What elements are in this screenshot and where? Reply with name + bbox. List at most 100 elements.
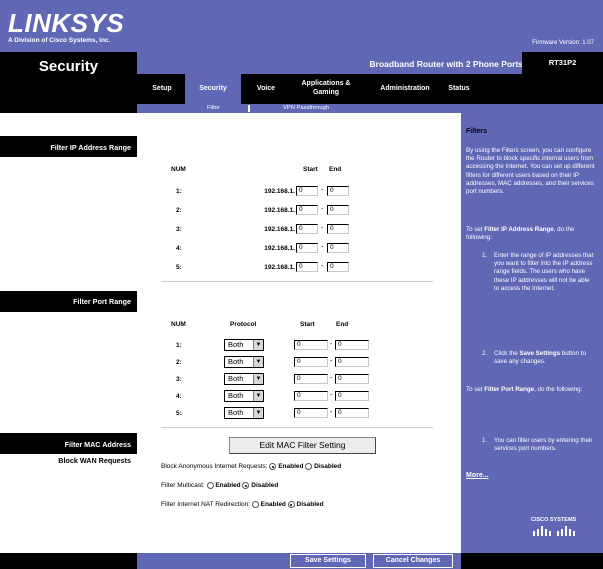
product-name: Broadband Router with 2 Phone Ports — [369, 59, 523, 69]
ip-end-field[interactable]: 0 — [327, 262, 349, 272]
protocol-select[interactable]: Both ▼ — [224, 390, 264, 402]
help-intro: By using the Filters screen, you can con… — [466, 147, 595, 196]
ip-row-num: 4: — [176, 245, 182, 252]
ip-end-field[interactable]: 0 — [327, 205, 349, 215]
disabled-label: Disabled — [251, 482, 279, 490]
bottom-bar-right — [461, 553, 603, 569]
page-title: Security — [38, 58, 99, 75]
tab-applications-gaming[interactable]: Applications & Gaming — [293, 79, 359, 97]
port-end-field[interactable]: 0 — [335, 408, 369, 418]
help-ip-intro: To set Filter IP Address Range, do the f… — [466, 226, 575, 242]
ip-start-field[interactable]: 0 — [296, 224, 318, 234]
port-col-num: NUM — [171, 321, 186, 328]
port-end-field[interactable]: 0 — [335, 357, 369, 367]
subtab-filter[interactable]: Filter — [207, 104, 220, 113]
divider — [161, 427, 433, 428]
cisco-logo: CISCO SYSTEMS — [531, 517, 579, 539]
port-col-end: End — [336, 321, 349, 328]
help-step-num: 2. — [482, 350, 488, 357]
ip-col-num: NUM — [171, 166, 186, 173]
chevron-down-icon: ▼ — [253, 391, 263, 401]
block-anonymous-row: Block Anonymous Internet Requests: Enabl… — [161, 463, 341, 470]
range-dash: - — [321, 263, 324, 270]
subtab-separator — [248, 105, 250, 112]
ip-prefix: 192.168.1. — [264, 207, 295, 214]
filter-multicast-disabled-radio[interactable] — [242, 482, 250, 489]
port-row-num: 3: — [176, 376, 182, 383]
ip-row-num: 3: — [176, 226, 182, 233]
protocol-select[interactable]: Both ▼ — [224, 339, 264, 351]
filter-multicast-enabled-radio[interactable] — [206, 482, 214, 489]
block-anonymous-disabled-radio[interactable] — [305, 463, 313, 470]
ip-row-num: 5: — [176, 264, 182, 271]
protocol-select[interactable]: Both ▼ — [224, 373, 264, 385]
filter-nat-disabled-radio[interactable] — [287, 501, 295, 508]
ip-prefix: 192.168.1. — [264, 245, 295, 252]
section-block-wan: Block WAN Requests — [58, 456, 131, 465]
tab-voice[interactable]: Voice — [248, 84, 284, 93]
help-ip-step-1: Enter the range of IP addresses that you… — [494, 252, 594, 292]
ip-end-field[interactable]: 0 — [327, 186, 349, 196]
save-settings-button[interactable]: Save Settings — [290, 554, 366, 568]
chevron-down-icon: ▼ — [253, 357, 263, 367]
port-start-field[interactable]: 0 — [294, 357, 328, 367]
tab-setup[interactable]: Setup — [143, 84, 181, 93]
protocol-value: Both — [228, 391, 244, 400]
more-link[interactable]: More... — [466, 472, 489, 479]
port-end-field[interactable]: 0 — [335, 374, 369, 384]
port-row-num: 2: — [176, 359, 182, 366]
filter-multicast-label: Filter Multicast: — [161, 482, 205, 490]
help-step-num: 1. — [482, 437, 488, 444]
section-filter-mac: Filter MAC Address — [64, 440, 131, 449]
ip-col-start: Start — [303, 166, 318, 173]
ip-prefix: 192.168.1. — [264, 188, 295, 195]
port-row-num: 5: — [176, 410, 182, 417]
ip-end-field[interactable]: 0 — [327, 243, 349, 253]
chevron-down-icon: ▼ — [253, 340, 263, 350]
port-end-field[interactable]: 0 — [335, 340, 369, 350]
help-port-step-1: You can filter users by entering their s… — [494, 437, 593, 453]
protocol-select[interactable]: Both ▼ — [224, 356, 264, 368]
subtab-vpn-passthrough[interactable]: VPN Passthrough — [283, 104, 329, 113]
block-anonymous-enabled-radio[interactable] — [269, 463, 277, 470]
ip-prefix: 192.168.1. — [264, 264, 295, 271]
ip-start-field[interactable]: 0 — [296, 243, 318, 253]
chevron-down-icon: ▼ — [253, 408, 263, 418]
ip-start-field[interactable]: 0 — [296, 262, 318, 272]
ip-start-field[interactable]: 0 — [296, 186, 318, 196]
filter-nat-row: Filter Internet NAT Redirection: Enabled… — [161, 501, 324, 508]
edit-mac-filter-button[interactable]: Edit MAC Filter Setting — [229, 437, 376, 454]
left-column — [0, 113, 137, 569]
port-start-field[interactable]: 0 — [294, 340, 328, 350]
tab-status[interactable]: Status — [444, 84, 474, 93]
protocol-select[interactable]: Both ▼ — [224, 407, 264, 419]
enabled-label: Enabled — [260, 501, 286, 509]
help-title: Filters — [466, 128, 488, 135]
port-end-field[interactable]: 0 — [335, 391, 369, 401]
ip-row-num: 1: — [176, 188, 182, 195]
filter-nat-label: Filter Internet NAT Redirection: — [161, 501, 250, 509]
logo-subtitle: A Division of Cisco Systems, Inc. — [8, 37, 111, 44]
range-dash: - — [330, 341, 333, 348]
help-step-num: 1. — [482, 252, 488, 259]
range-dash: - — [321, 187, 324, 194]
tab-security[interactable]: Security — [187, 84, 239, 93]
ip-start-field[interactable]: 0 — [296, 205, 318, 215]
port-start-field[interactable]: 0 — [294, 391, 328, 401]
range-dash: - — [330, 375, 333, 382]
ip-row-num: 2: — [176, 207, 182, 214]
section-filter-ip: Filter IP Address Range — [50, 143, 131, 152]
port-start-field[interactable]: 0 — [294, 374, 328, 384]
tab-administration[interactable]: Administration — [370, 84, 440, 93]
linksys-logo: LINKSYS — [8, 8, 125, 38]
ip-end-field[interactable]: 0 — [327, 224, 349, 234]
disabled-label: Disabled — [296, 501, 324, 509]
filter-nat-enabled-radio[interactable] — [251, 501, 259, 508]
range-dash: - — [321, 244, 324, 251]
help-ip-step-2: Click the Save Settings button to save a… — [494, 350, 586, 366]
filter-multicast-row: Filter Multicast: Enabled Disabled — [161, 482, 278, 489]
port-start-field[interactable]: 0 — [294, 408, 328, 418]
cisco-bridge-icon — [533, 526, 575, 536]
protocol-value: Both — [228, 357, 244, 366]
cancel-changes-button[interactable]: Cancel Changes — [373, 554, 453, 568]
